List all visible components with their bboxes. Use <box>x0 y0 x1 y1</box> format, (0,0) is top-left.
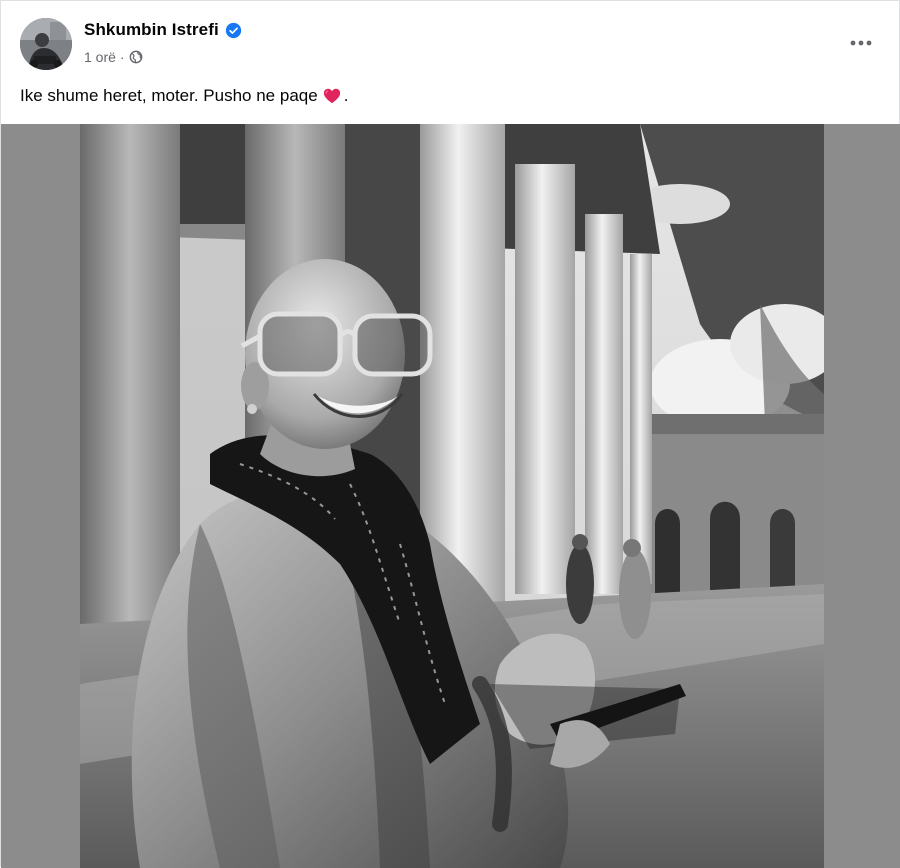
photo-woman-scarf-colonnade <box>80 124 824 868</box>
caption-text: Ike shume heret, moter. Pusho ne paqe <box>20 86 318 105</box>
more-horizontal-icon <box>850 40 872 46</box>
verified-badge-icon <box>225 22 241 38</box>
globe-icon[interactable] <box>129 50 143 64</box>
red-heart-icon <box>323 88 340 104</box>
post-header: Shkumbin Istrefi 1 orë · <box>1 1 900 79</box>
post-timestamp[interactable]: 1 orë <box>84 49 116 65</box>
feed-post: Shkumbin Istrefi 1 orë · Ike shume heret… <box>0 0 900 868</box>
author-avatar[interactable] <box>20 18 72 70</box>
profile-avatar-icon <box>20 18 72 70</box>
author-row: Shkumbin Istrefi <box>84 20 242 40</box>
caption-trailing: . <box>343 86 349 105</box>
post-meta: 1 orë · <box>84 49 143 65</box>
meta-separator: · <box>119 49 125 65</box>
post-photo[interactable] <box>80 124 824 868</box>
post-caption: Ike shume heret, moter. Pusho ne paqe . <box>20 86 348 106</box>
post-media[interactable] <box>1 124 900 868</box>
author-name[interactable]: Shkumbin Istrefi <box>84 20 219 40</box>
more-options-button[interactable] <box>847 29 875 57</box>
